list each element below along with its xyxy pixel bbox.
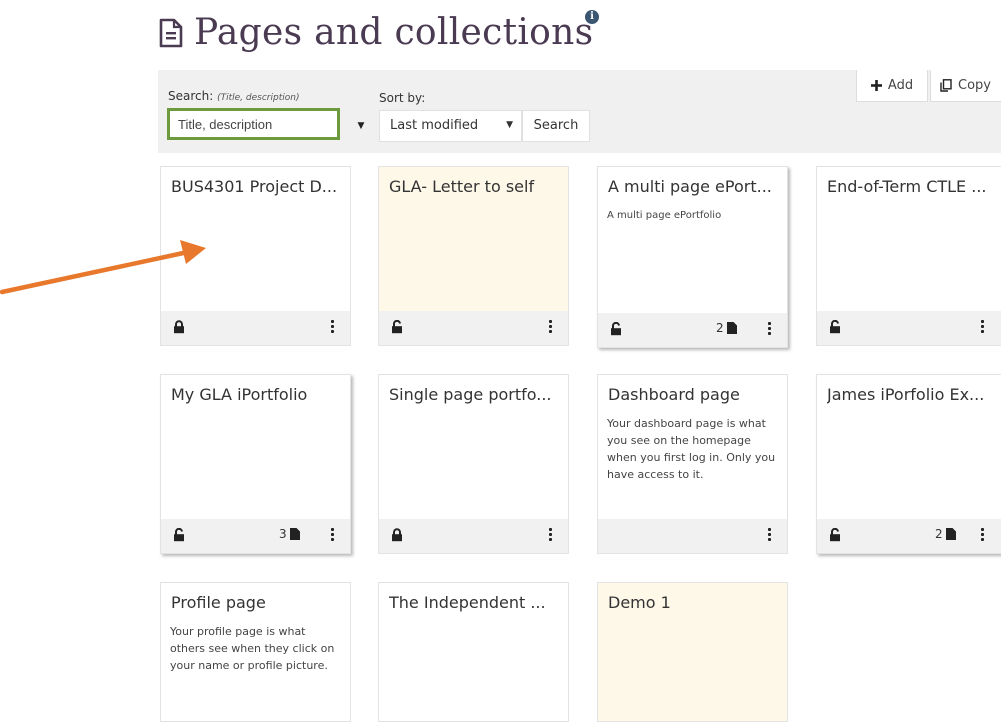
card-title[interactable]: The Independent ... (389, 593, 560, 612)
portfolio-card[interactable]: Single page portfo... (378, 374, 569, 554)
lock-open-icon (611, 322, 621, 336)
page-icon (726, 322, 737, 334)
portfolio-card[interactable]: Demo 1 (597, 582, 788, 722)
pointer-arrow (0, 240, 206, 295)
card-description: Your dashboard page is what you see on t… (607, 417, 776, 481)
document-icon (159, 18, 183, 47)
card-title[interactable]: End-of-Term CTLE ... (827, 177, 998, 196)
portfolio-card[interactable]: James iPorfolio Ex... 2 (816, 374, 1001, 554)
lock-closed-icon (174, 320, 184, 334)
portfolio-card[interactable]: Dashboard page Your dashboard page is wh… (597, 374, 788, 554)
copy-icon (940, 79, 952, 92)
add-button-label: Add (887, 78, 914, 93)
card-title[interactable]: A multi page ePort... (608, 177, 779, 196)
portfolio-card[interactable]: Profile page Your profile page is what o… (160, 582, 351, 722)
copy-button-label: Copy (958, 78, 991, 93)
search-options-dropdown[interactable]: ▼ (350, 110, 372, 142)
page-count: 3 (279, 527, 300, 541)
portfolio-card[interactable]: A multi page ePort... A multi page ePort… (597, 166, 788, 348)
sort-select-value: Last modified (390, 118, 479, 133)
info-icon[interactable]: i (585, 10, 599, 24)
portfolio-card[interactable]: My GLA iPortfolio 3 (160, 374, 351, 554)
card-footer (817, 311, 1001, 345)
card-title[interactable]: Dashboard page (608, 385, 779, 404)
lock-open-icon (830, 320, 840, 334)
plus-icon (870, 80, 882, 91)
more-options-icon[interactable] (768, 528, 771, 542)
portfolio-card[interactable]: GLA- Letter to self (378, 166, 569, 346)
card-footer (379, 519, 568, 553)
card-title[interactable]: James iPorfolio Ex... (827, 385, 998, 404)
lock-open-icon (392, 320, 402, 334)
card-title[interactable]: GLA- Letter to self (389, 177, 560, 196)
card-description: A multi page ePortfolio (607, 210, 722, 221)
card-title[interactable]: Demo 1 (608, 593, 779, 612)
search-toolbar: Search: (Title, description) Sort by: ▼ … (158, 70, 1001, 153)
search-button[interactable]: Search (522, 110, 590, 142)
lock-open-icon (174, 528, 184, 542)
card-footer: 2 (817, 519, 1001, 553)
card-footer (379, 311, 568, 345)
search-input[interactable] (167, 108, 340, 140)
page-count-value: 2 (716, 321, 724, 335)
more-options-icon[interactable] (331, 528, 334, 542)
page-count: 2 (935, 527, 956, 541)
card-title[interactable]: Single page portfo... (389, 385, 560, 404)
add-button[interactable]: Add (856, 70, 928, 102)
sort-select[interactable]: Last modified ▼ (379, 110, 522, 142)
caret-down-icon: ▼ (357, 121, 365, 131)
lock-open-icon (830, 528, 840, 542)
search-label-text: Search: (168, 89, 214, 103)
card-title[interactable]: BUS4301 Project D... (171, 177, 342, 196)
copy-button[interactable]: Copy (930, 70, 1001, 102)
page-icon (945, 528, 956, 540)
more-options-icon[interactable] (981, 528, 984, 542)
sort-label: Sort by: (379, 91, 426, 105)
caret-down-icon: ▼ (506, 120, 513, 130)
more-options-icon[interactable] (768, 322, 771, 336)
page-header: Pages and collections (158, 12, 593, 53)
portfolio-card[interactable]: End-of-Term CTLE ... (816, 166, 1001, 346)
card-description: Your profile page is what others see whe… (170, 625, 335, 672)
more-options-icon[interactable] (331, 320, 334, 334)
card-footer: 2 (598, 313, 787, 347)
page-count-value: 3 (279, 527, 287, 541)
page-icon (289, 528, 300, 540)
page-count: 2 (716, 321, 737, 335)
card-footer (161, 311, 350, 345)
card-title[interactable]: Profile page (171, 593, 342, 612)
more-options-icon[interactable] (981, 320, 984, 334)
lock-closed-icon (392, 528, 402, 542)
page-count-value: 2 (935, 527, 943, 541)
card-footer: 3 (161, 519, 350, 553)
page-title: Pages and collections (194, 12, 594, 53)
card-title[interactable]: My GLA iPortfolio (171, 385, 342, 404)
portfolio-card[interactable]: The Independent ... (378, 582, 569, 722)
card-footer (598, 519, 787, 553)
more-options-icon[interactable] (549, 320, 552, 334)
search-label: Search: (Title, description) (168, 89, 299, 103)
more-options-icon[interactable] (549, 528, 552, 542)
search-hint: (Title, description) (217, 93, 300, 103)
